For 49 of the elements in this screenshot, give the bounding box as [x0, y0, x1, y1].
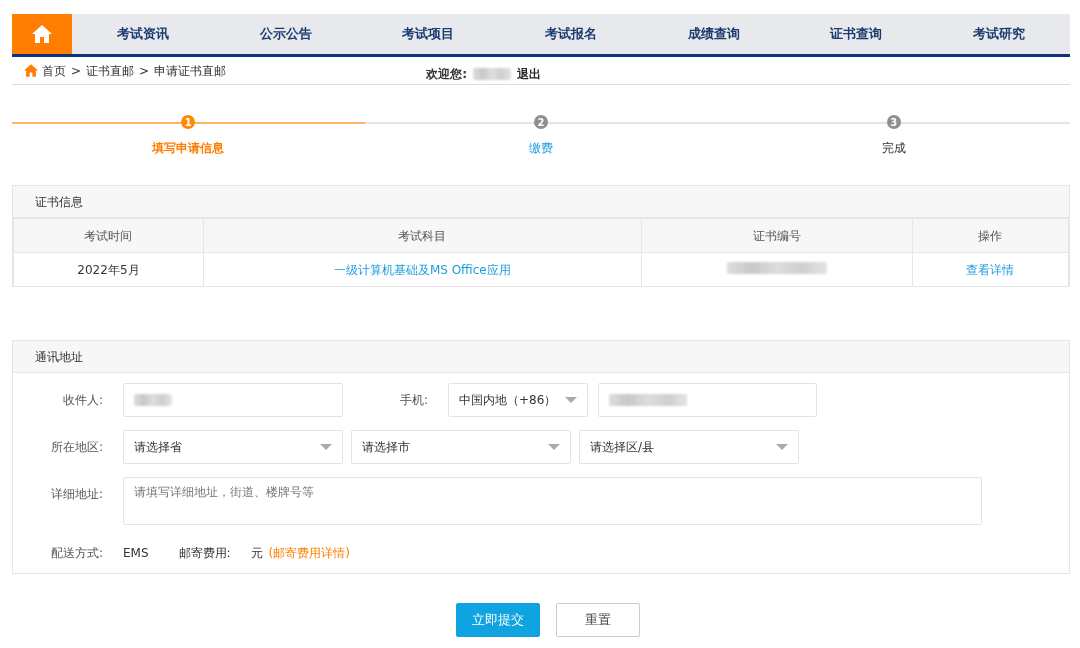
field-label: 配送方式: [49, 545, 103, 562]
breadcrumb-link[interactable]: 首页 [42, 61, 66, 80]
delivery-value: EMS [123, 545, 149, 562]
panel-title: 通讯地址 [13, 341, 1069, 373]
step-label: 完成 [881, 140, 906, 157]
home-icon [32, 25, 52, 43]
recipient-field[interactable] [123, 383, 343, 417]
address-field[interactable]: 请填写详细地址，街道、楼牌号等 [123, 477, 982, 525]
column-header: 考试科目 [203, 218, 642, 253]
caret-icon [548, 444, 560, 450]
field-label: 所在地区: [49, 439, 104, 456]
step-number: 1 [181, 115, 196, 129]
region-select[interactable]: 请选择市 [351, 430, 571, 464]
nav-link[interactable]: 考试研究 [927, 14, 1071, 54]
nav-link[interactable]: 考试项目 [357, 14, 500, 54]
column-header: 考试时间 [13, 218, 204, 253]
breadcrumb-link[interactable]: 证书直邮 [86, 61, 135, 80]
nav-link[interactable]: 证书查询 [784, 14, 928, 54]
page-title-text: 申请证书直邮 [154, 62, 227, 80]
caret-icon [320, 444, 332, 450]
reset-button[interactable]: 重置 [555, 603, 640, 637]
nav-link[interactable]: 考试报名 [499, 14, 643, 54]
caret-icon [776, 444, 788, 450]
caret-icon [565, 397, 577, 403]
region-select[interactable]: 请选择省 [123, 430, 343, 464]
step-number: 3 [886, 115, 901, 129]
nav-link[interactable]: 公示公告 [214, 14, 358, 54]
column-header: 操作 [912, 218, 1069, 253]
logout-link[interactable]: 退出 [516, 64, 541, 83]
phone-field[interactable] [598, 383, 817, 417]
panel-title: 证书信息 [13, 186, 1069, 218]
step-number: 2 [534, 115, 548, 129]
home-button[interactable] [12, 14, 72, 54]
field-label: 收件人: [61, 392, 104, 409]
region-select[interactable]: 请选择区/县 [579, 430, 799, 464]
nav-link[interactable]: 成绩查询 [642, 14, 785, 54]
nav-link[interactable]: 考试资讯 [72, 14, 215, 54]
field-label: 邮寄费用: [178, 545, 231, 562]
field-label: 详细地址: [49, 486, 104, 503]
breadcrumb-separator: > [71, 62, 82, 80]
country-code-select[interactable]: 中国内地（+86） [448, 383, 588, 417]
breadcrumb-separator: > [139, 62, 150, 80]
welcome-label: 欢迎您: [426, 65, 467, 83]
column-header: 证书编号 [641, 218, 913, 253]
table-cell: 2022年5月 [13, 252, 204, 287]
field-label: 手机: [398, 392, 429, 409]
step-label: 填写申请信息 [152, 140, 225, 157]
home-icon [24, 64, 38, 77]
fee-unit: 元 [250, 545, 263, 562]
